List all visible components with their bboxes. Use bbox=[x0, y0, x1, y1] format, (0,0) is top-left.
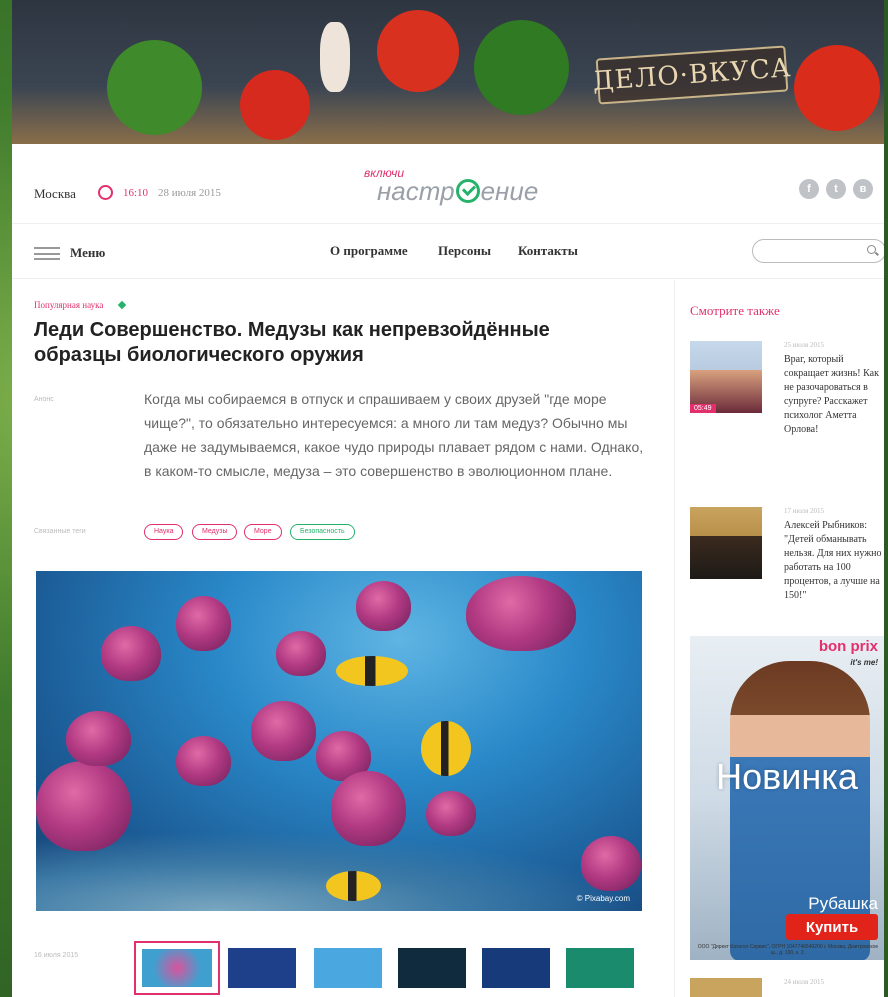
jellyfish-image bbox=[101, 626, 161, 681]
buy-button[interactable]: Купить bbox=[786, 914, 878, 940]
top-banner[interactable]: ДЕЛО·ВКУСА bbox=[12, 0, 884, 144]
sidebar-title: Смотрите также bbox=[690, 303, 780, 318]
tomato-image bbox=[240, 70, 310, 140]
video-duration-badge: 05:49 bbox=[690, 404, 716, 413]
jellyfish-image bbox=[176, 596, 231, 651]
jellyfish-image bbox=[251, 701, 316, 761]
tags-label: Связанные теги bbox=[34, 528, 86, 535]
brand-part2: ение bbox=[480, 176, 539, 206]
nav-about[interactable]: О программе bbox=[330, 243, 408, 259]
related-date: 24 июля 2015 bbox=[784, 978, 825, 986]
advert-headline: Новинка bbox=[716, 756, 858, 797]
nav-persons[interactable]: Персоны bbox=[438, 243, 491, 259]
related-date: 25 июля 2015 bbox=[784, 341, 825, 349]
related-date: 17 июля 2015 bbox=[784, 507, 825, 515]
advert-banner[interactable]: bon prix it's me! Новинка Рубашка Купить … bbox=[690, 636, 884, 960]
jellyfish-image bbox=[466, 576, 576, 651]
fish-image bbox=[336, 656, 408, 686]
pencil-icon bbox=[117, 300, 127, 310]
tomato-image bbox=[377, 10, 459, 92]
basil-leaf-image bbox=[107, 40, 202, 135]
jellyfish-image bbox=[176, 736, 231, 786]
jellyfish-image bbox=[331, 771, 406, 846]
advert-logo-text: bon prix bbox=[818, 638, 878, 655]
advert-logo-tag: it's me! bbox=[850, 658, 878, 667]
thumb-image bbox=[142, 949, 212, 987]
sidebar-divider bbox=[674, 280, 675, 997]
vk-icon[interactable]: в bbox=[853, 179, 873, 199]
jellyfish-image bbox=[356, 581, 411, 631]
tomato-image bbox=[794, 45, 880, 131]
tag-sea[interactable]: Море bbox=[244, 524, 282, 540]
city-label[interactable]: Москва bbox=[34, 186, 76, 202]
related-title: Враг, который сокращает жизнь! Как не ра… bbox=[784, 354, 879, 435]
related-thumbnail bbox=[690, 507, 762, 579]
gallery-thumb[interactable] bbox=[566, 948, 634, 988]
page: ДЕЛО·ВКУСА Москва 16:10 28 июля 2015 вкл… bbox=[12, 0, 884, 997]
basil-leaf-image bbox=[474, 20, 569, 115]
gallery-date: 16 июля 2015 bbox=[34, 952, 79, 959]
banner-sign: ДЕЛО·ВКУСА bbox=[592, 45, 792, 105]
tag-science[interactable]: Наука bbox=[144, 524, 184, 540]
related-item[interactable]: 24 июля 2015 bbox=[690, 978, 884, 997]
gallery-thumb[interactable] bbox=[314, 948, 382, 988]
related-title: Алексей Рыбников: "Детей обманывать нель… bbox=[784, 520, 882, 601]
nav-contacts[interactable]: Контакты bbox=[518, 243, 578, 259]
jellyfish-image bbox=[36, 761, 131, 851]
gallery-thumb[interactable] bbox=[482, 948, 550, 988]
related-item[interactable]: 05:49 25 июля 2015 Враг, который сокраща… bbox=[690, 341, 884, 491]
lead-label: Анонс bbox=[34, 396, 54, 403]
menu-icon[interactable] bbox=[34, 247, 60, 260]
gallery-thumb[interactable] bbox=[134, 941, 220, 995]
main-nav: Меню О программе Персоны Контакты bbox=[12, 225, 884, 279]
search-input[interactable] bbox=[752, 239, 884, 263]
facebook-icon[interactable]: f bbox=[799, 179, 819, 199]
fish-image bbox=[421, 721, 471, 776]
related-thumbnail bbox=[690, 978, 762, 997]
check-circle-icon bbox=[455, 179, 480, 203]
site-header: Москва 16:10 28 июля 2015 включи настр ен… bbox=[12, 144, 884, 224]
advert-legal-text: ООО "Директ Каталог Сервис", ОГРН 104774… bbox=[697, 944, 879, 956]
article-category[interactable]: Популярная наука bbox=[34, 300, 103, 310]
related-thumbnail: 05:49 bbox=[690, 341, 762, 413]
gallery-thumb[interactable] bbox=[398, 948, 466, 988]
tag-jellyfish[interactable]: Медузы bbox=[192, 524, 238, 540]
article-lead: Когда мы собираемся в отпуск и спрашивае… bbox=[144, 391, 644, 479]
jellyfish-image bbox=[426, 791, 476, 836]
search-icon[interactable] bbox=[867, 245, 876, 254]
advert-subtitle: Рубашка bbox=[808, 894, 878, 913]
photo-credit: © Pixabay.com bbox=[576, 894, 630, 903]
brand-logo[interactable]: настр ение bbox=[377, 176, 538, 207]
related-item[interactable]: 17 июля 2015 Алексей Рыбников: "Детей об… bbox=[690, 507, 884, 627]
jellyfish-image bbox=[276, 631, 326, 676]
jellyfish-image bbox=[66, 711, 131, 766]
current-date: 28 июля 2015 bbox=[158, 187, 221, 199]
article-title: Леди Совершенство. Медузы как непревзойд… bbox=[34, 319, 550, 366]
fish-image bbox=[326, 871, 381, 901]
clock-icon bbox=[98, 185, 113, 200]
current-time: 16:10 bbox=[123, 187, 149, 199]
advert-logo: bon prix it's me! bbox=[818, 638, 878, 670]
gallery-thumb[interactable] bbox=[228, 948, 296, 988]
twitter-icon[interactable]: t bbox=[826, 179, 846, 199]
article-photo[interactable]: © Pixabay.com bbox=[36, 571, 642, 911]
menu-button[interactable]: Меню bbox=[70, 245, 105, 261]
tag-safety[interactable]: Безопасность bbox=[290, 524, 355, 540]
garlic-image bbox=[320, 22, 350, 92]
jellyfish-image bbox=[581, 836, 641, 891]
brand-part1: настр bbox=[377, 176, 455, 206]
